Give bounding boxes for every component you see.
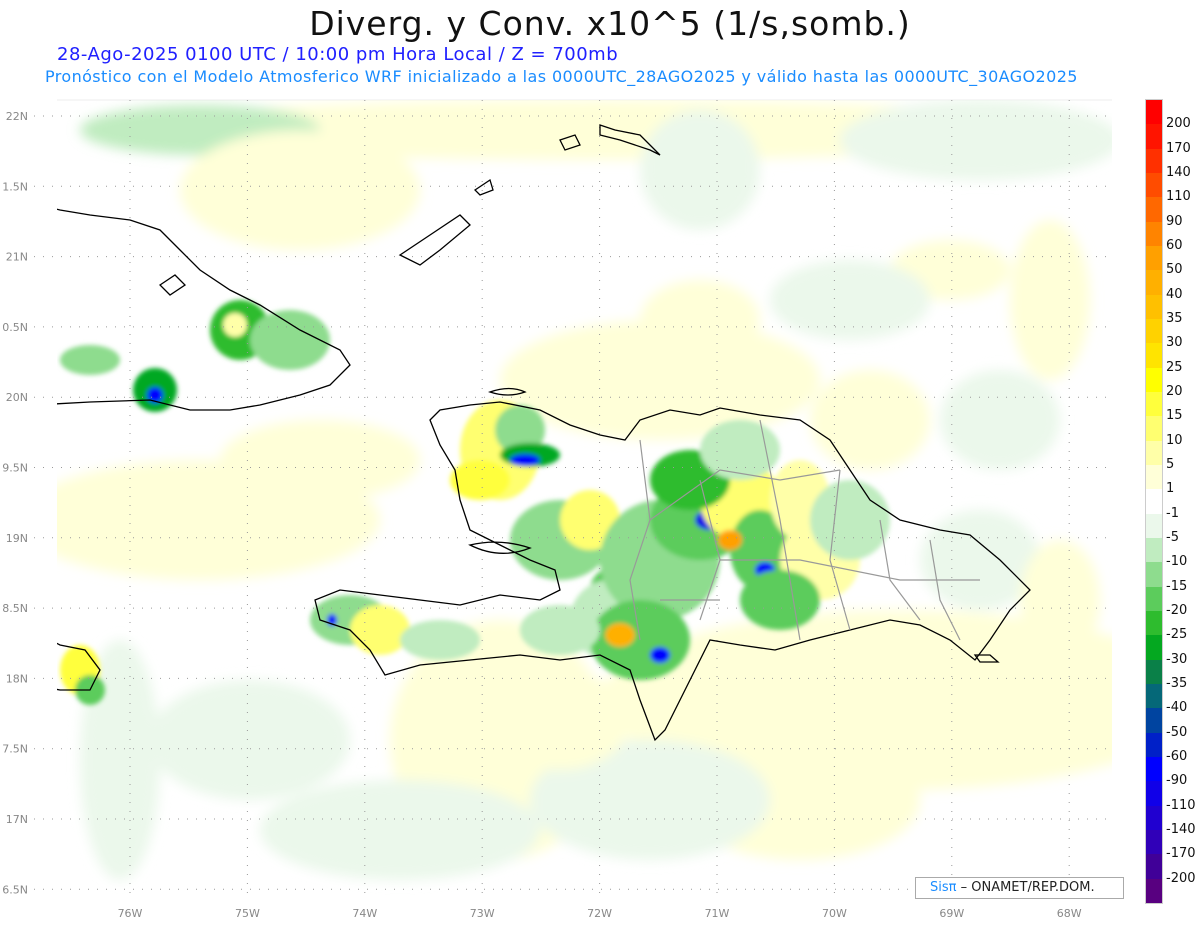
field-cell (60, 345, 120, 375)
colorbar-label: 170 (1166, 140, 1191, 156)
field-patch (840, 100, 1112, 180)
lon-tick-label: 72W (587, 907, 612, 920)
colorbar-label: 200 (1166, 116, 1191, 132)
field-patch (150, 680, 350, 800)
colorbar-label: -200 (1166, 870, 1196, 886)
colorbar-label: -5 (1166, 529, 1179, 545)
field-patch (640, 110, 760, 230)
colorbar-label: 30 (1166, 335, 1183, 351)
colorbar-label: 90 (1166, 213, 1183, 229)
field-cell (810, 480, 890, 560)
field-cell (223, 313, 247, 337)
credit-text: – ONAMET/REP.DOM. (956, 880, 1095, 895)
colorbar-label: 15 (1166, 408, 1183, 424)
divergence-field (57, 100, 1112, 880)
colorbar-label: -35 (1166, 675, 1188, 691)
colorbar-label: -15 (1166, 578, 1188, 594)
colorbar-frame (1145, 99, 1163, 904)
colorbar-label: 10 (1166, 432, 1183, 448)
field-patch (180, 130, 420, 250)
colorbar-label: 5 (1166, 456, 1175, 472)
field-cell (740, 570, 820, 630)
colorbar-label: -170 (1166, 846, 1196, 862)
field-patch (940, 370, 1060, 470)
colorbar-label: -140 (1166, 821, 1196, 837)
field-patch (220, 420, 420, 500)
lat-tick-label: 17N (6, 813, 28, 826)
sispi-logo: Sisπ (930, 880, 957, 895)
lat-tick-label: 7.5N (2, 743, 28, 756)
colorbar-label: -60 (1166, 748, 1188, 764)
credit-box: Sisπ – ONAMET/REP.DOM. (915, 877, 1124, 899)
colorbar-label: -90 (1166, 773, 1188, 789)
lat-tick-label: 8.5N (2, 602, 28, 615)
colorbar-label: 60 (1166, 237, 1183, 253)
colorbar-label: 20 (1166, 383, 1183, 399)
lon-tick-label: 75W (235, 907, 260, 920)
field-cell (250, 310, 330, 370)
field-cell (520, 605, 600, 655)
lat-tick-label: 6.5N (2, 883, 28, 896)
bahamas-2 (473, 178, 494, 196)
divergence-map: 76W 75W 74W 73W 72W 71W 70W 69W 68W 22N 1.5N 21N 0.5… (2, 99, 1112, 920)
lon-tick-label: 76W (118, 907, 143, 920)
colorbar-label: -1 (1166, 505, 1179, 521)
colorbar-label: 140 (1166, 164, 1191, 180)
lat-tick-label: 9.5N (2, 462, 28, 475)
field-cell (510, 454, 540, 466)
lat-tick-label: 1.5N (2, 180, 28, 193)
colorbar-label: -20 (1166, 602, 1188, 618)
field-patch (810, 370, 930, 470)
colorbar-label: 40 (1166, 286, 1183, 302)
lat-tick-label: 0.5N (2, 321, 28, 334)
bahamas-5 (158, 274, 187, 296)
colorbar-label: -50 (1166, 724, 1188, 740)
field-patch (1020, 540, 1100, 660)
field-cell (400, 620, 480, 660)
field-cell (350, 605, 410, 655)
lat-tick-label: 20N (6, 391, 28, 404)
colorbar-label: 25 (1166, 359, 1183, 375)
lat-tick-label: 21N (6, 251, 28, 264)
bahamas-1 (398, 214, 471, 266)
lon-tick-label: 70W (822, 907, 847, 920)
field-patch (640, 280, 760, 360)
field-cell (650, 647, 670, 663)
colorbar-label: -30 (1166, 651, 1188, 667)
lon-tick-label: 71W (705, 907, 730, 920)
field-cell (605, 623, 635, 647)
lon-tick-label: 74W (352, 907, 377, 920)
colorbar-label: 1 (1166, 481, 1175, 497)
lon-tick-label: 73W (470, 907, 495, 920)
lat-tick-label: 19N (6, 532, 28, 545)
lon-tick-label: 68W (1057, 907, 1082, 920)
field-patch (1010, 220, 1090, 380)
colorbar-label: 110 (1166, 189, 1191, 205)
colorbar-label: -25 (1166, 627, 1188, 643)
lon-tick-label: 69W (939, 907, 964, 920)
field-cell (700, 420, 780, 480)
field-cell (718, 530, 742, 550)
colorbar-label: 50 (1166, 262, 1183, 278)
lat-tick-label: 18N (6, 672, 28, 685)
field-patch (260, 780, 540, 880)
colorbar-label: -110 (1166, 797, 1196, 813)
field-patch (490, 670, 630, 770)
lat-tick-label: 22N (6, 110, 28, 123)
colorbar-label: -40 (1166, 700, 1188, 716)
colorbar-label: -10 (1166, 554, 1188, 570)
field-patch (770, 260, 930, 340)
colorbar-label: 35 (1166, 310, 1183, 326)
